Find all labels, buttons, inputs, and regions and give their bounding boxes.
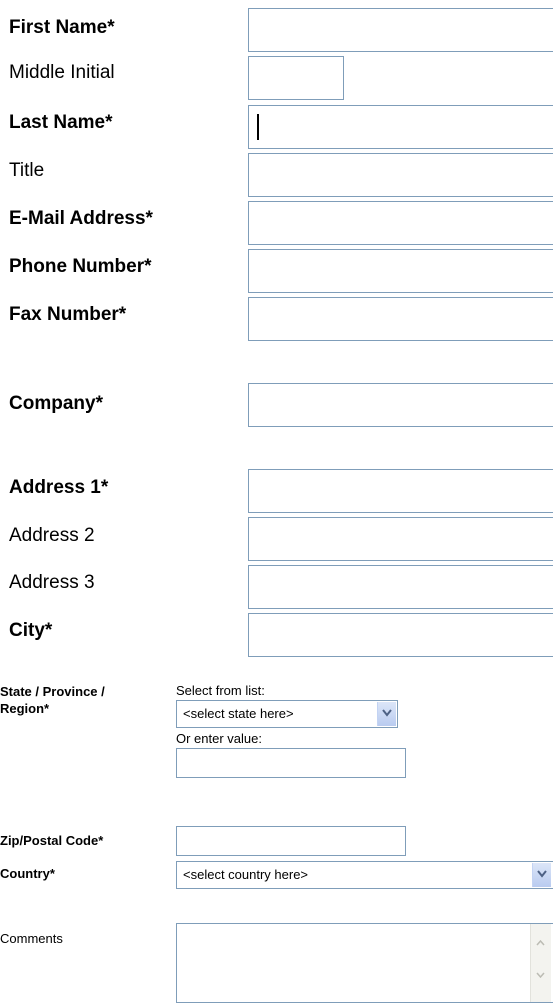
country-select[interactable]: <select country here> — [176, 861, 553, 889]
company-input[interactable] — [248, 383, 553, 427]
select-from-list-hint: Select from list: — [176, 683, 265, 698]
phone-label: Phone Number* — [9, 256, 152, 277]
title-input[interactable] — [248, 153, 553, 197]
address1-label: Address 1* — [9, 477, 109, 498]
last-name-label: Last Name* — [9, 112, 113, 133]
chevron-down-icon[interactable] — [377, 702, 396, 726]
fax-label: Fax Number* — [9, 304, 127, 325]
last-name-input[interactable] — [248, 105, 553, 149]
middle-initial-input[interactable] — [248, 56, 344, 100]
comments-label: Comments — [0, 931, 63, 946]
state-label-line2: Region* — [0, 701, 50, 716]
state-text-input[interactable] — [176, 748, 406, 778]
address2-input[interactable] — [248, 517, 553, 561]
chevron-down-icon[interactable] — [532, 863, 551, 887]
scroll-up-arrow-icon[interactable] — [536, 940, 545, 946]
address1-input[interactable] — [248, 469, 553, 513]
scroll-down-arrow-icon[interactable] — [536, 972, 545, 978]
state-label-line1: State / Province / — [0, 684, 105, 699]
city-input[interactable] — [248, 613, 553, 657]
email-label: E-Mail Address* — [9, 208, 153, 229]
company-label: Company* — [9, 393, 103, 414]
address3-input[interactable] — [248, 565, 553, 609]
comments-scrollbar[interactable] — [530, 924, 551, 1002]
address3-label: Address 3 — [9, 572, 95, 593]
title-label: Title — [9, 160, 45, 181]
email-input[interactable] — [248, 201, 553, 245]
text-cursor — [257, 114, 259, 140]
country-select-value: <select country here> — [183, 867, 309, 882]
middle-initial-label: Middle Initial — [9, 62, 115, 83]
fax-input[interactable] — [248, 297, 553, 341]
state-select[interactable]: <select state here> — [176, 700, 398, 728]
phone-input[interactable] — [248, 249, 553, 293]
first-name-input[interactable] — [248, 8, 553, 52]
state-select-value: <select state here> — [183, 706, 294, 721]
or-enter-value-hint: Or enter value: — [176, 731, 262, 746]
country-label: Country* — [0, 866, 55, 881]
address2-label: Address 2 — [9, 525, 95, 546]
first-name-label: First Name* — [9, 17, 115, 38]
comments-textarea[interactable] — [176, 923, 553, 1003]
city-label: City* — [9, 620, 53, 641]
zip-label: Zip/Postal Code* — [0, 833, 104, 848]
zip-input[interactable] — [176, 826, 406, 856]
